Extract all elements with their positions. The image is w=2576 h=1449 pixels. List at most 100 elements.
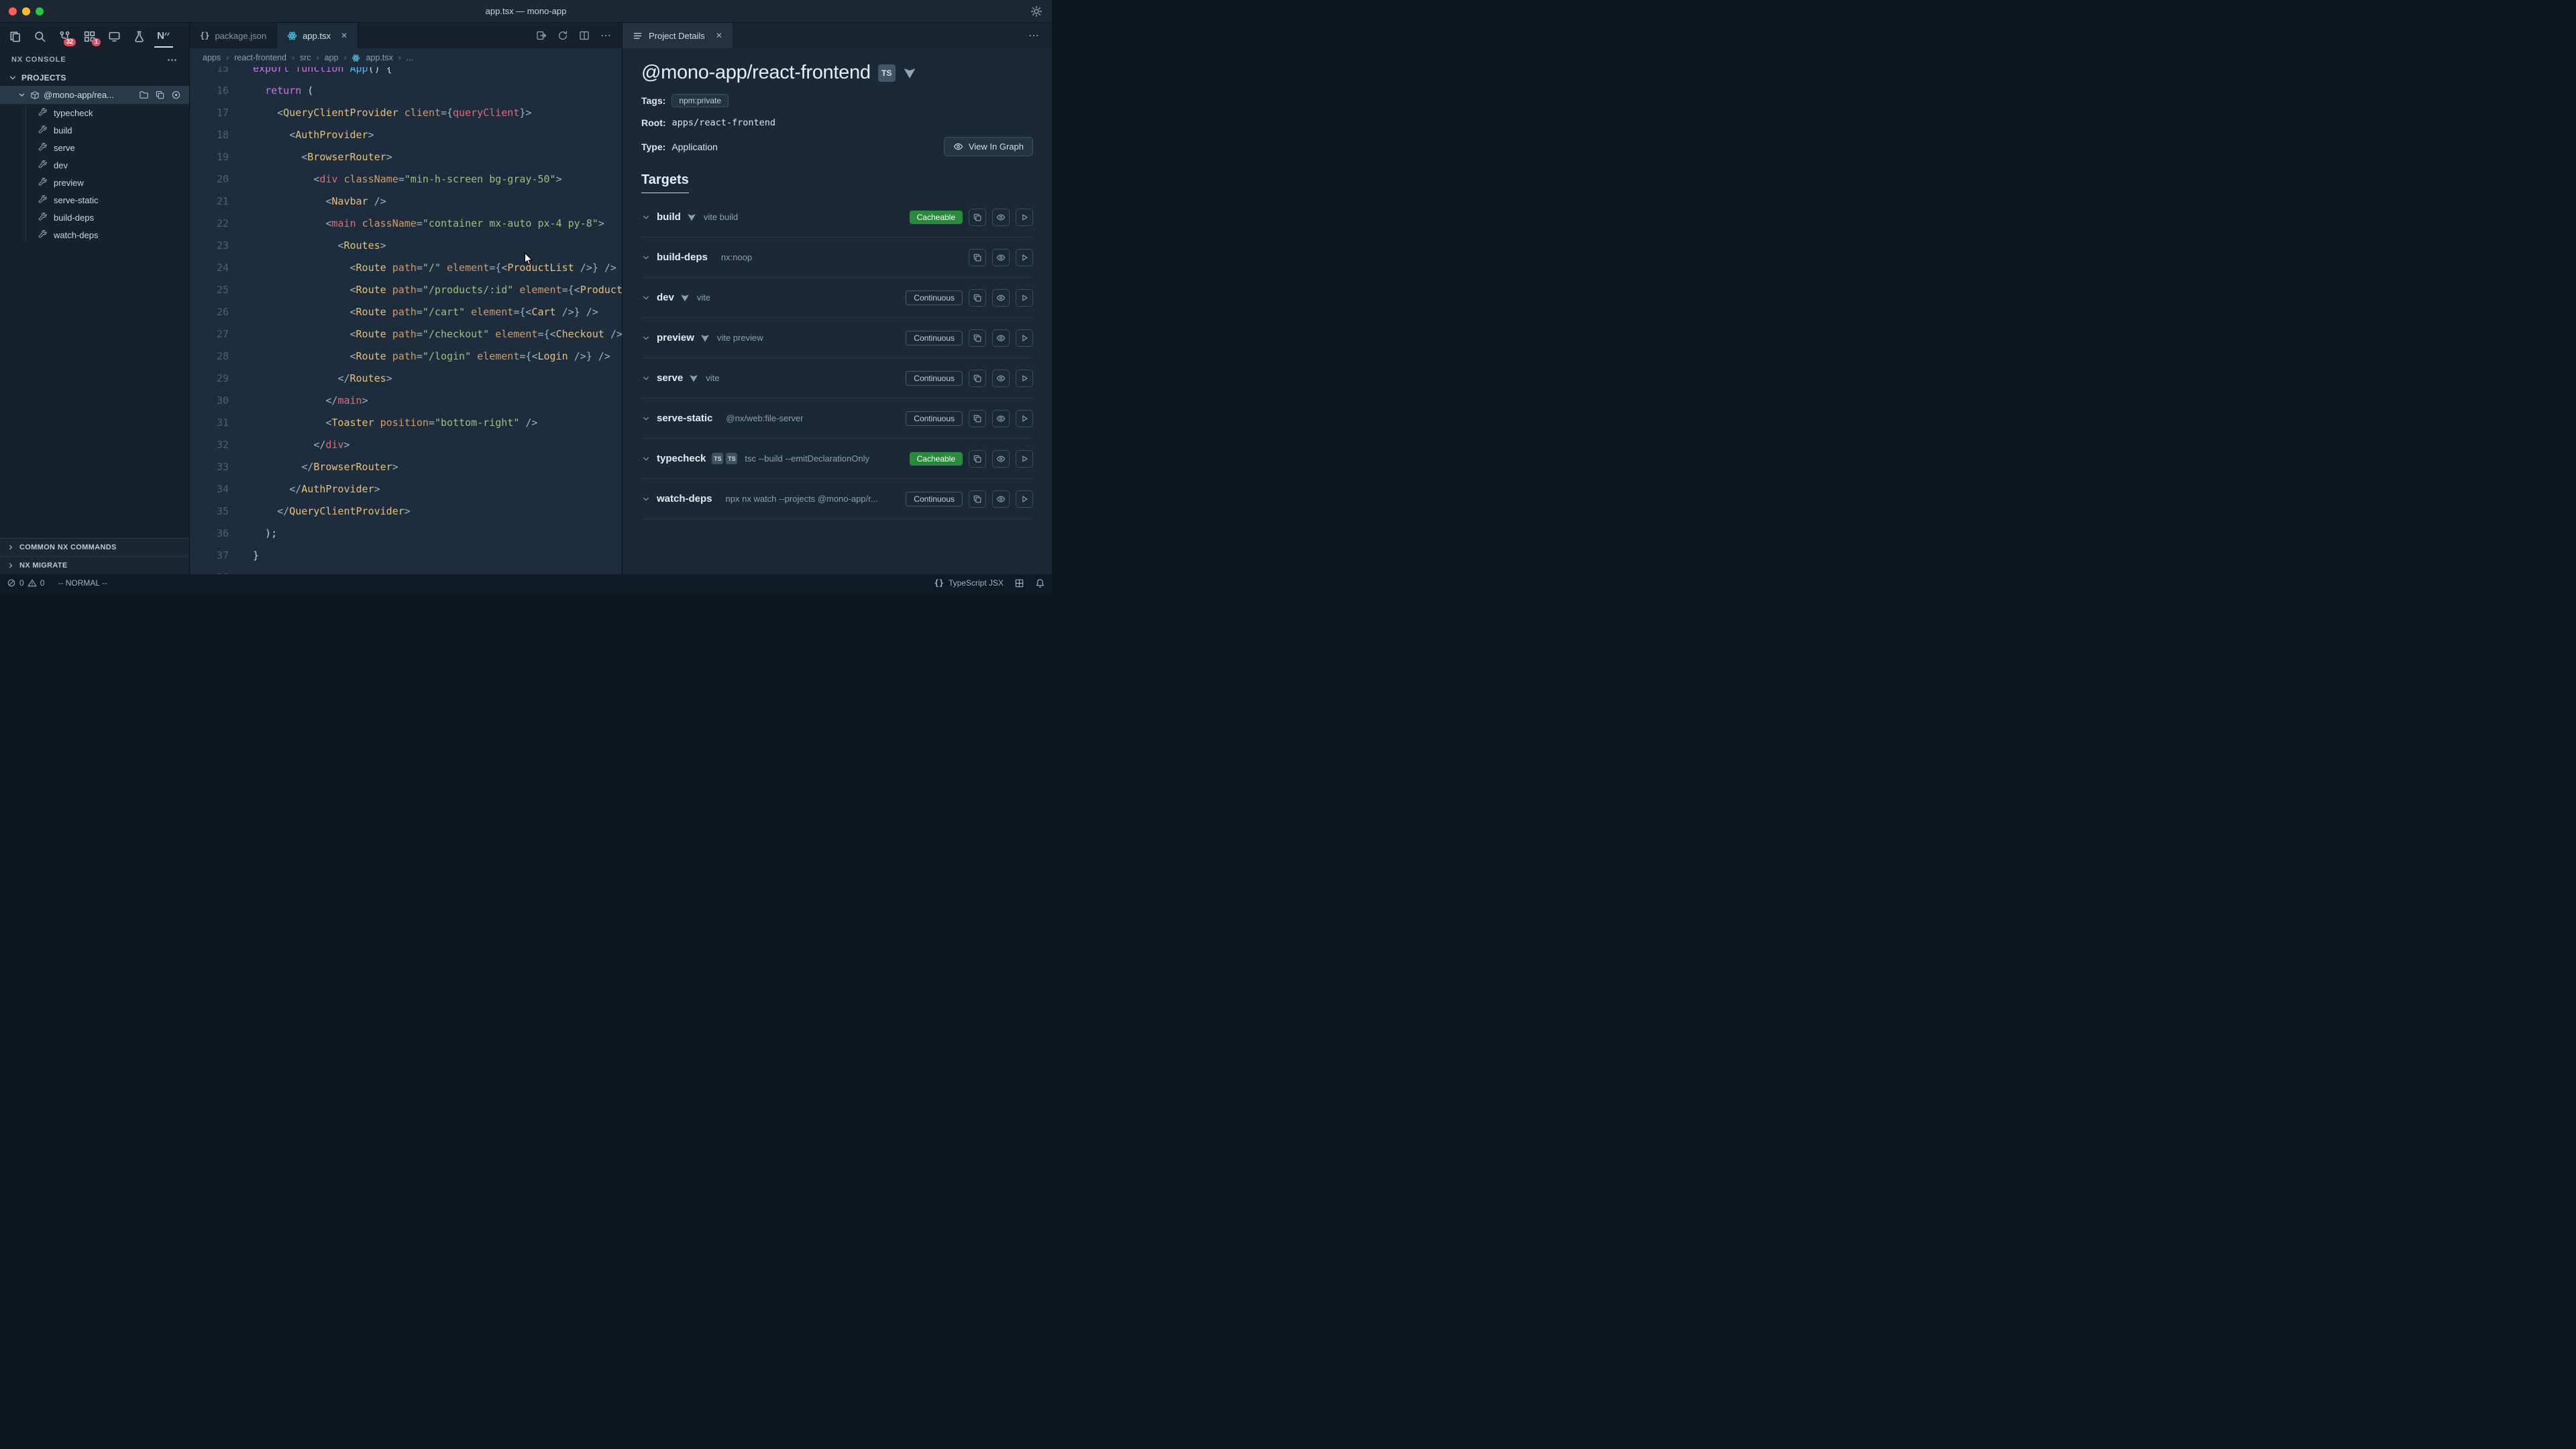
zoom-window-button[interactable] [36,7,44,15]
run-target-icon[interactable] [1016,209,1033,226]
target-badge: Continuous [906,411,963,426]
view-target-icon[interactable] [992,249,1010,266]
copy-icon[interactable] [969,490,986,508]
target-badge: Continuous [906,492,963,506]
project-row[interactable]: @mono-app/rea... [0,86,189,104]
sidebar-target-item[interactable]: serve-static [0,191,189,209]
tab-project-details[interactable]: Project Details ✕ [623,23,733,48]
chevron-down-icon[interactable] [641,253,651,262]
copy-icon[interactable] [969,329,986,347]
tab-app-tsx[interactable]: app.tsx ✕ [277,23,358,48]
target-row[interactable]: dev vite Continuous [641,278,1033,318]
nx-console-icon[interactable]: N [154,25,173,48]
target-row[interactable]: preview vite preview Continuous [641,318,1033,358]
common-nx-commands-section[interactable]: COMMON NX COMMANDS [0,538,189,556]
source-control-icon[interactable]: 32 [55,25,74,48]
problems-indicator[interactable]: 0 0 [7,578,44,588]
sidebar-more-actions-icon[interactable]: ⋯ [167,54,178,66]
remote-explorer-icon[interactable] [105,25,123,48]
view-target-icon[interactable] [992,209,1010,226]
breadcrumb-item[interactable]: app.tsx [366,53,392,62]
run-target-icon[interactable] [1016,410,1033,427]
open-changes-icon[interactable] [536,30,547,41]
chevron-down-icon[interactable] [641,213,651,222]
code-line: 15export function App() { [190,67,622,80]
target-row[interactable]: watch-deps npx nx watch --projects @mono… [641,479,1033,519]
target-row[interactable]: build vite build Cacheable [641,197,1033,237]
sidebar-target-item[interactable]: typecheck [0,104,189,121]
copy-icon[interactable] [969,450,986,468]
view-target-icon[interactable] [992,370,1010,387]
code-line: 17 <QueryClientProvider client={queryCli… [190,102,622,124]
chevron-down-icon[interactable] [641,293,651,303]
tab-package-json[interactable]: {} package.json [190,23,277,48]
vim-mode-indicator[interactable]: -- NORMAL -- [58,578,107,588]
code-editor[interactable]: 15export function App() {16 return (17 <… [190,67,622,574]
target-row[interactable]: typecheck TSTS tsc --build --emitDeclara… [641,439,1033,479]
split-editor-icon[interactable] [579,30,590,41]
testing-beaker-icon[interactable] [129,25,148,48]
run-target-icon[interactable] [1016,289,1033,307]
chevron-down-icon[interactable] [641,414,651,423]
open-folder-icon[interactable] [139,90,149,100]
run-target-icon[interactable] [1016,450,1033,468]
view-in-graph-label: View In Graph [969,142,1024,152]
sidebar-target-item[interactable]: dev [0,156,189,174]
close-window-button[interactable] [9,7,17,15]
focus-target-icon[interactable] [171,90,181,100]
target-row[interactable]: serve-static @nx/web:file-server Continu… [641,398,1033,439]
panel-more-actions-icon[interactable]: ⋯ [1028,23,1052,48]
search-icon[interactable] [30,25,49,48]
chevron-down-icon[interactable] [641,454,651,464]
copy-icon[interactable] [969,209,986,226]
extensions-icon[interactable]: 1 [80,25,99,48]
close-tab-icon[interactable]: ✕ [341,31,347,40]
sidebar-target-item[interactable]: preview [0,174,189,191]
more-actions-icon[interactable]: ⋯ [600,29,611,42]
breadcrumb-item[interactable]: apps [203,53,221,62]
chevron-down-icon[interactable] [641,333,651,343]
wrench-icon [38,160,48,170]
breadcrumb-item[interactable]: app [325,53,339,62]
line-number: 29 [190,368,229,390]
projects-section-row[interactable]: PROJECTS [0,70,189,86]
chevron-down-icon[interactable] [641,374,651,383]
breadcrumb-item[interactable]: src [300,53,311,62]
line-number: 35 [190,500,229,523]
copy-icon[interactable] [969,249,986,266]
bell-icon[interactable] [1035,578,1045,588]
view-target-icon[interactable] [992,289,1010,307]
chevron-down-icon[interactable] [641,494,651,504]
run-target-icon[interactable] [1016,490,1033,508]
refresh-icon[interactable] [557,30,568,41]
target-row[interactable]: serve vite Continuous [641,358,1033,398]
breadcrumb-item[interactable]: react-frontend [234,53,286,62]
run-target-icon[interactable] [1016,370,1033,387]
view-target-icon[interactable] [992,490,1010,508]
settings-gear-icon[interactable] [1030,5,1042,17]
close-panel-icon[interactable]: ✕ [716,31,722,40]
breadcrumb-item[interactable]: ... [407,53,413,62]
target-row[interactable]: build-deps nx:noop [641,237,1033,278]
run-target-icon[interactable] [1016,329,1033,347]
grid-icon[interactable] [1014,578,1024,588]
view-target-icon[interactable] [992,410,1010,427]
target-name: typecheck [657,453,706,464]
view-target-icon[interactable] [992,329,1010,347]
copy-icon[interactable] [969,289,986,307]
run-target-icon[interactable] [1016,249,1033,266]
copy-icon[interactable] [969,370,986,387]
view-target-icon[interactable] [992,450,1010,468]
code-line: 29 </Routes> [190,368,622,390]
copy-icon[interactable] [155,90,165,100]
view-in-graph-button[interactable]: View In Graph [944,137,1033,156]
minimize-window-button[interactable] [22,7,30,15]
sidebar-target-item[interactable]: watch-deps [0,226,189,244]
copy-icon[interactable] [969,410,986,427]
files-icon[interactable] [5,25,24,48]
sidebar-target-item[interactable]: serve [0,139,189,156]
nx-migrate-section[interactable]: NX MIGRATE [0,556,189,574]
language-mode[interactable]: {} TypeScript JSX [934,578,1004,588]
sidebar-target-item[interactable]: build-deps [0,209,189,226]
sidebar-target-item[interactable]: build [0,121,189,139]
